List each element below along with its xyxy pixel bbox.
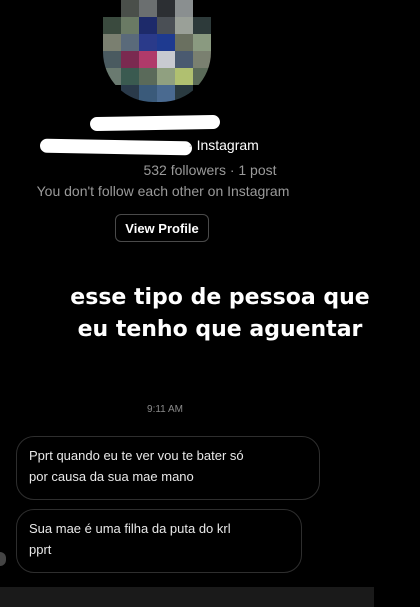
avatar[interactable] — [103, 0, 211, 102]
message-text-line: Sua mae é uma filha da puta do krl — [29, 521, 231, 536]
handle-redaction — [39, 138, 193, 156]
sender-avatar-edge — [0, 552, 6, 566]
message-bubble[interactable]: Sua mae é uma filha da puta do krl pprt — [16, 509, 302, 573]
caption-line-2: eu tenho que aguentar — [77, 317, 363, 342]
followers-count: 532 followers · 1 post — [143, 162, 277, 178]
message-text-line: Pprt quando eu te ver vou te bater só — [29, 448, 244, 463]
message-text-line: pprt — [29, 542, 52, 557]
follow-status: You don't follow each other on Instagram — [36, 183, 290, 199]
message-composer[interactable] — [0, 587, 374, 607]
overlay-caption: esse tipo de pessoa que eu tenho que agu… — [30, 282, 410, 346]
message-text-line: por causa da sua mae mano — [29, 469, 194, 484]
message-bubble[interactable]: Pprt quando eu te ver vou te bater só po… — [16, 436, 320, 500]
name-redaction — [89, 114, 221, 132]
handle-row: · Instagram — [39, 137, 300, 157]
handle-separator: · — [188, 137, 193, 153]
message-timestamp: 9:11 AM — [147, 404, 183, 415]
handle-source-label: Instagram — [196, 137, 259, 153]
view-profile-button[interactable]: View Profile — [115, 214, 209, 242]
caption-line-1: esse tipo de pessoa que — [70, 285, 370, 310]
handle-source: · Instagram — [188, 137, 259, 153]
